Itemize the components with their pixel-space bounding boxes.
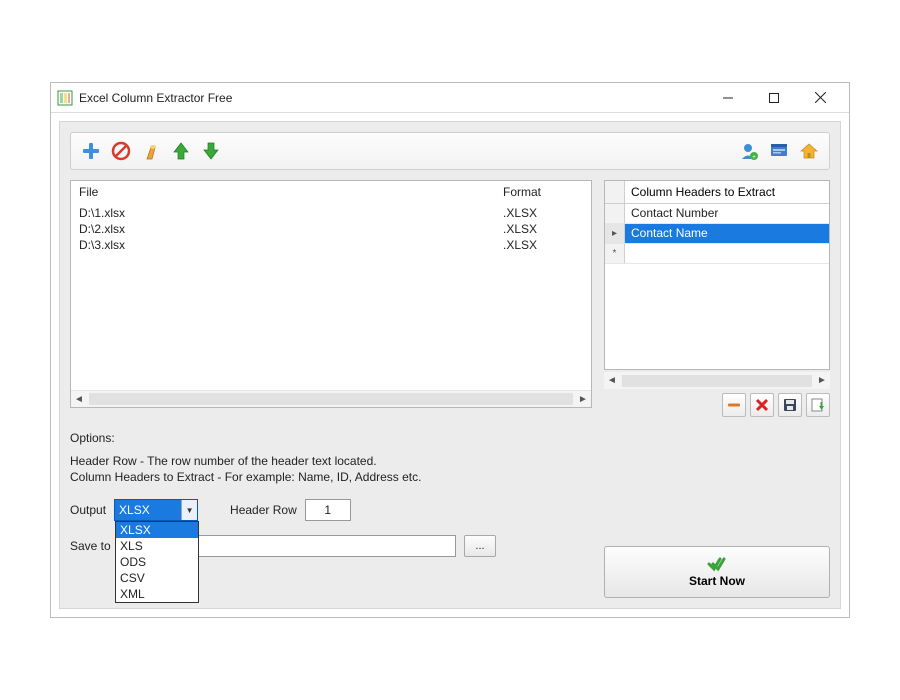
svg-text:+: + <box>752 155 756 161</box>
file-list-hscroll[interactable]: ◄ ► <box>71 390 591 407</box>
app-window: Excel Column Extractor Free <box>50 82 850 618</box>
header-row-input[interactable]: 1 <box>305 499 351 521</box>
save-headers-button[interactable] <box>778 393 802 417</box>
scroll-left-icon[interactable]: ◄ <box>604 375 620 386</box>
home-button[interactable] <box>797 139 821 163</box>
scroll-left-icon[interactable]: ◄ <box>71 394 87 405</box>
headers-grid-title: Column Headers to Extract <box>625 181 829 203</box>
output-dropdown[interactable]: XLSX XLS ODS CSV XML <box>115 521 199 603</box>
window-title: Excel Column Extractor Free <box>79 91 705 105</box>
start-button[interactable]: Start Now <box>604 546 830 598</box>
output-label: Output <box>70 503 106 517</box>
row-handle <box>605 204 625 223</box>
file-list-body: D:\1.xlsx .XLSX D:\2.xlsx .XLSX D:\3.xls… <box>71 205 591 390</box>
file-list[interactable]: File Format D:\1.xlsx .XLSX D:\2.xlsx .X… <box>70 180 592 408</box>
scroll-right-icon[interactable]: ► <box>814 375 830 386</box>
dropdown-option[interactable]: XLSX <box>116 522 198 538</box>
headers-actions <box>604 393 830 417</box>
start-area: Start Now <box>604 546 830 598</box>
file-row[interactable]: D:\1.xlsx .XLSX <box>71 205 591 221</box>
dropdown-option[interactable]: XLS <box>116 538 198 554</box>
chevron-down-icon[interactable]: ▼ <box>181 500 197 520</box>
move-down-button[interactable] <box>199 139 223 163</box>
col-format-header: Format <box>503 185 583 199</box>
options-help-1: Header Row - The row number of the heade… <box>70 453 830 469</box>
remove-header-button[interactable] <box>722 393 746 417</box>
header-row-label: Header Row <box>230 503 297 517</box>
move-up-button[interactable] <box>169 139 193 163</box>
scroll-track[interactable] <box>622 375 812 387</box>
row-handle-new: * <box>605 244 625 263</box>
scroll-right-icon[interactable]: ► <box>575 394 591 405</box>
client-area: + File Format D:\1.xlsx .XLSX <box>59 121 841 609</box>
output-select[interactable]: XLSX ▼ XLSX XLS ODS CSV XML <box>114 499 198 521</box>
headers-grid-row[interactable]: Contact Number <box>605 204 829 224</box>
user-button[interactable]: + <box>737 139 761 163</box>
row-handle: ▸ <box>605 224 625 243</box>
check-icon <box>707 556 727 572</box>
grid-corner <box>605 181 625 203</box>
titlebar: Excel Column Extractor Free <box>51 83 849 113</box>
options-section: Options: Header Row - The row number of … <box>70 431 830 557</box>
clear-button[interactable] <box>139 139 163 163</box>
dropdown-option[interactable]: ODS <box>116 554 198 570</box>
options-help-2: Column Headers to Extract - For example:… <box>70 469 830 485</box>
dropdown-option[interactable]: XML <box>116 586 198 602</box>
output-row: Output XLSX ▼ XLSX XLS ODS CSV XML Heade… <box>70 499 830 521</box>
headers-grid[interactable]: Column Headers to Extract Contact Number… <box>604 180 830 370</box>
headers-hscroll[interactable]: ◄ ► <box>604 372 830 389</box>
start-button-label: Start Now <box>689 574 745 588</box>
headers-grid-header: Column Headers to Extract <box>605 181 829 204</box>
app-icon <box>57 90 73 106</box>
options-title: Options: <box>70 431 830 445</box>
scroll-track[interactable] <box>89 393 573 405</box>
close-button[interactable] <box>797 83 843 113</box>
clear-headers-button[interactable] <box>750 393 774 417</box>
headers-grid-new-row[interactable]: * <box>605 244 829 264</box>
saveto-label: Save to <box>70 539 118 553</box>
minimize-button[interactable] <box>705 83 751 113</box>
window-controls <box>705 83 843 113</box>
col-file-header: File <box>79 185 503 199</box>
headers-grid-row[interactable]: ▸ Contact Name <box>605 224 829 244</box>
output-select-value: XLSX <box>115 500 181 520</box>
content: File Format D:\1.xlsx .XLSX D:\2.xlsx .X… <box>70 180 830 417</box>
file-row[interactable]: D:\2.xlsx .XLSX <box>71 221 591 237</box>
add-button[interactable] <box>79 139 103 163</box>
maximize-button[interactable] <box>751 83 797 113</box>
file-row[interactable]: D:\3.xlsx .XLSX <box>71 237 591 253</box>
toolbar: + <box>70 132 830 170</box>
remove-button[interactable] <box>109 139 133 163</box>
load-headers-button[interactable] <box>806 393 830 417</box>
right-pane: Column Headers to Extract Contact Number… <box>604 180 830 417</box>
browse-button[interactable]: ... <box>464 535 496 557</box>
dropdown-option[interactable]: CSV <box>116 570 198 586</box>
website-button[interactable] <box>767 139 791 163</box>
file-list-header: File Format <box>71 181 591 205</box>
